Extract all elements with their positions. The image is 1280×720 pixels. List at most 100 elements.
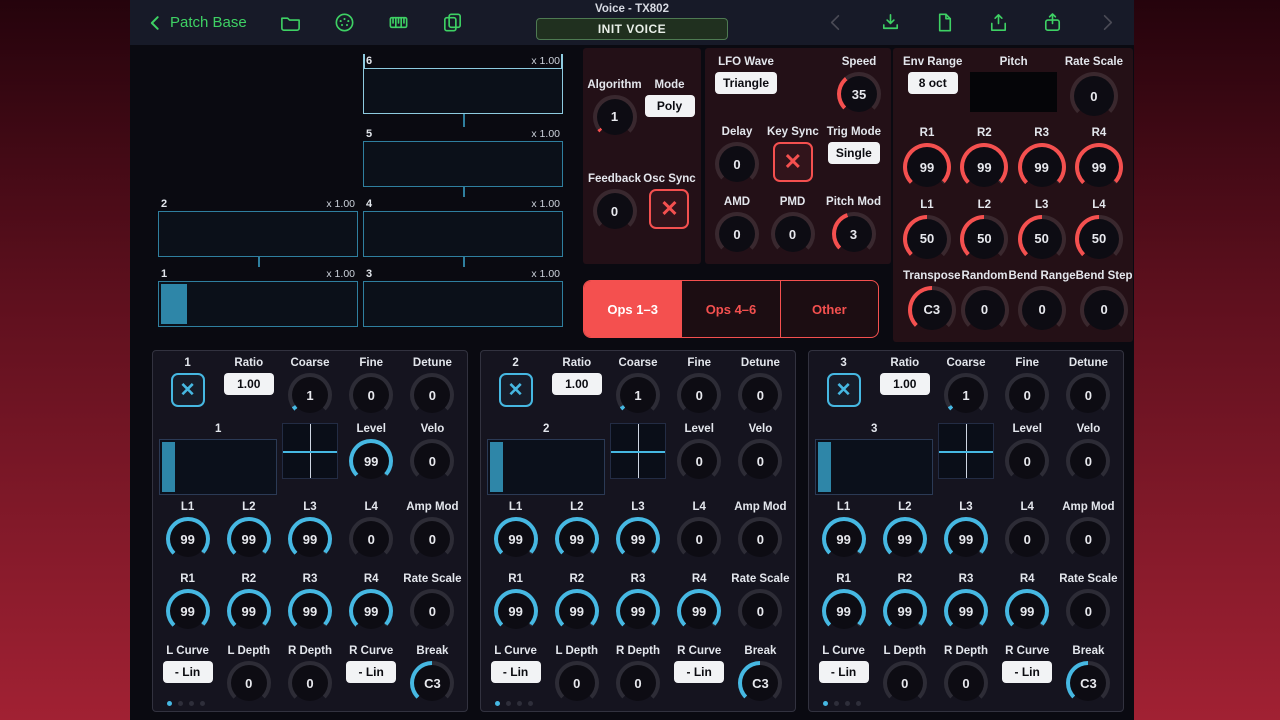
page-dot[interactable] [845, 701, 850, 706]
feedback-knob[interactable]: 0 [592, 189, 637, 234]
lfo-speed-knob[interactable]: 35 [837, 72, 881, 116]
algorithm-block-2[interactable]: 2 x 1.00 [158, 197, 358, 257]
op-1-page-dots[interactable] [167, 701, 205, 706]
op-1-ratio-button[interactable]: 1.00 [223, 373, 274, 395]
l4-knob[interactable]: 0 [677, 517, 722, 561]
bend-range-knob[interactable]: 0 [1018, 285, 1067, 334]
l2-knob[interactable]: 99 [554, 517, 599, 561]
detune-knob[interactable]: 0 [738, 373, 783, 417]
env-range-button[interactable]: 8 oct [907, 72, 958, 94]
l-curve-button[interactable]: - Lin [818, 661, 869, 683]
op-2-ratio-button[interactable]: 1.00 [551, 373, 602, 395]
piano-icon[interactable] [387, 11, 411, 35]
algorithm-knob[interactable]: 1 [592, 94, 637, 139]
r2-knob[interactable]: 99 [226, 589, 271, 633]
copy-icon[interactable] [441, 11, 465, 35]
r-curve-button[interactable]: - Lin [674, 661, 725, 683]
amp-mod-knob[interactable]: 0 [1066, 517, 1111, 561]
tab-ops-4-6[interactable]: Ops 4–6 [682, 281, 781, 337]
tab-ops-1-3[interactable]: Ops 1–3 [584, 281, 683, 337]
fine-knob[interactable]: 0 [349, 373, 394, 417]
pitch-mod-knob[interactable]: 3 [831, 212, 876, 256]
level-knob[interactable]: 99 [349, 439, 394, 483]
amd-knob[interactable]: 0 [715, 212, 759, 256]
page-dot[interactable] [823, 701, 828, 706]
mode-button[interactable]: Poly [644, 94, 695, 117]
page-dot[interactable] [834, 701, 839, 706]
pitch-rate-scale-knob[interactable]: 0 [1069, 72, 1118, 120]
amp-mod-knob[interactable]: 0 [738, 517, 783, 561]
r3-knob[interactable]: 99 [943, 589, 988, 633]
page-dot[interactable] [200, 701, 205, 706]
l4-knob[interactable]: 50 [1074, 214, 1123, 263]
rate-scale-knob[interactable]: 0 [1066, 589, 1111, 633]
l-curve-button[interactable]: - Lin [162, 661, 213, 683]
page-dot[interactable] [528, 701, 533, 706]
r2-knob[interactable]: 99 [960, 143, 1009, 192]
amp-mod-knob[interactable]: 0 [410, 517, 455, 561]
r-depth-knob[interactable]: 0 [943, 661, 988, 705]
r3-knob[interactable]: 99 [615, 589, 660, 633]
lfo-key-sync-toggle[interactable]: ✕ [772, 142, 813, 182]
op-3-ratio-button[interactable]: 1.00 [879, 373, 930, 395]
op-2-enable-checkbox[interactable]: ✕ [498, 373, 533, 407]
lfo-wave-button[interactable]: Triangle [715, 72, 778, 94]
export-icon[interactable] [986, 11, 1010, 35]
page-dot[interactable] [506, 701, 511, 706]
l3-knob[interactable]: 99 [615, 517, 660, 561]
algorithm-block-3[interactable]: 3 x 1.00 [363, 267, 563, 327]
l-depth-knob[interactable]: 0 [554, 661, 599, 705]
l3-knob[interactable]: 99 [287, 517, 332, 561]
file-icon[interactable] [932, 11, 956, 35]
lfo-trig-mode-button[interactable]: Single [827, 142, 880, 164]
rate-scale-knob[interactable]: 0 [410, 589, 455, 633]
page-dot[interactable] [189, 701, 194, 706]
r2-knob[interactable]: 99 [554, 589, 599, 633]
folder-icon[interactable] [279, 11, 303, 35]
r3-knob[interactable]: 99 [287, 589, 332, 633]
l2-knob[interactable]: 99 [226, 517, 271, 561]
break-knob[interactable]: C3 [410, 661, 455, 705]
coarse-knob[interactable]: 1 [943, 373, 988, 417]
r-depth-knob[interactable]: 0 [287, 661, 332, 705]
share-icon[interactable] [1040, 11, 1064, 35]
osc-sync-toggle[interactable]: ✕ [649, 189, 690, 230]
page-dot[interactable] [517, 701, 522, 706]
velo-knob[interactable]: 0 [410, 439, 455, 483]
l-depth-knob[interactable]: 0 [882, 661, 927, 705]
l4-knob[interactable]: 0 [349, 517, 394, 561]
algorithm-block-6[interactable]: 6 x 1.00 [363, 54, 563, 114]
fine-knob[interactable]: 0 [1005, 373, 1050, 417]
op-1-enable-checkbox[interactable]: ✕ [170, 373, 205, 407]
op-3-enable-checkbox[interactable]: ✕ [826, 373, 861, 407]
lfo-delay-knob[interactable]: 0 [715, 142, 759, 186]
r1-knob[interactable]: 99 [821, 589, 866, 633]
coarse-knob[interactable]: 1 [287, 373, 332, 417]
l4-knob[interactable]: 0 [1005, 517, 1050, 561]
l1-knob[interactable]: 50 [903, 214, 951, 263]
midi-icon[interactable] [333, 11, 357, 35]
l2-knob[interactable]: 99 [882, 517, 927, 561]
back-button[interactable]: Patch Base [144, 11, 247, 35]
detune-knob[interactable]: 0 [410, 373, 455, 417]
nav-forward-icon[interactable] [1094, 11, 1118, 35]
level-knob[interactable]: 0 [677, 439, 722, 483]
l1-knob[interactable]: 99 [165, 517, 210, 561]
op-2-page-dots[interactable] [495, 701, 533, 706]
velo-knob[interactable]: 0 [738, 439, 783, 483]
detune-knob[interactable]: 0 [1066, 373, 1111, 417]
coarse-knob[interactable]: 1 [615, 373, 660, 417]
r4-knob[interactable]: 99 [349, 589, 394, 633]
page-dot[interactable] [167, 701, 172, 706]
l2-knob[interactable]: 50 [960, 214, 1009, 263]
init-voice-button[interactable]: INIT VOICE [536, 18, 728, 40]
bend-step-knob[interactable]: 0 [1080, 285, 1129, 334]
break-knob[interactable]: C3 [738, 661, 783, 705]
rate-scale-knob[interactable]: 0 [738, 589, 783, 633]
r1-knob[interactable]: 99 [165, 589, 210, 633]
transpose-knob[interactable]: C3 [907, 285, 956, 334]
download-icon[interactable] [878, 11, 902, 35]
algorithm-block-1[interactable]: 1 x 1.00 [158, 267, 358, 327]
algorithm-block-4[interactable]: 4 x 1.00 [363, 197, 563, 257]
level-knob[interactable]: 0 [1005, 439, 1050, 483]
